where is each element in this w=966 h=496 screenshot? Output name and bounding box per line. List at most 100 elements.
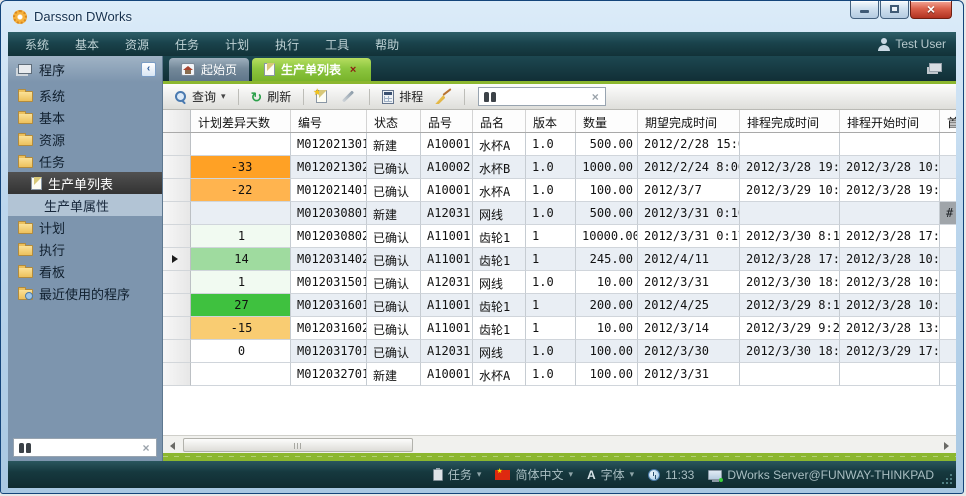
menu-item[interactable]: 系统 [25,36,49,53]
grid-cell[interactable]: 2012/3/7 [638,179,740,202]
grid-cell[interactable]: 已确认 [367,179,421,202]
row-selector[interactable] [163,156,191,179]
grid-cell[interactable]: 水杯A [473,363,526,386]
grid-cell[interactable]: 2012/3/29 9:20 [740,317,840,340]
grid-cell[interactable]: 100.00 [576,340,638,363]
menu-item[interactable]: 任务 [175,36,199,53]
table-row[interactable]: 0M012031701已确认A12031网线1.0100.002012/3/30… [163,340,956,363]
grid-cell[interactable]: 2012/3/28 10:52 [840,156,940,179]
edit-button[interactable] [336,93,360,100]
table-row[interactable]: M012032701新建A10001水杯A1.0100.002012/3/31 [163,363,956,386]
menu-item[interactable]: 资源 [125,36,149,53]
grid-cell[interactable]: 已确认 [367,294,421,317]
menu-item[interactable]: 帮助 [375,36,399,53]
grid-cell[interactable]: 100.00 [576,363,638,386]
title-bar[interactable]: Darsson DWorks [1,1,963,32]
tab-start-page[interactable]: 起始页 [169,58,249,81]
grid-cell[interactable]: 1.0 [526,202,576,225]
grid-cell[interactable]: 500.00 [576,202,638,225]
column-header[interactable]: 排程完成时间 [740,110,840,132]
new-order-button[interactable] [313,88,330,105]
table-row[interactable]: -33M012021302已确认A10002水杯B1.01000.002012/… [163,156,956,179]
grid-cell-diff[interactable]: -22 [191,179,291,202]
toolbar-search-input[interactable] [502,90,584,104]
grid-cell[interactable]: 已确认 [367,248,421,271]
grid-cell[interactable]: 2012/3/28 17:13 [740,248,840,271]
grid-cell[interactable]: 2012/3/29 10:20 [740,179,840,202]
minimize-button[interactable] [850,1,879,19]
grid-cell[interactable]: M012021301 [291,133,367,156]
grid-cell[interactable]: 2012/3/31 [638,363,740,386]
column-header[interactable]: 排程开始时间 [840,110,940,132]
table-row[interactable]: M012021301新建A10001水杯A1.0500.002012/2/28 … [163,133,956,156]
grid-cell[interactable]: 新建 [367,363,421,386]
grid-cell[interactable]: 已确认 [367,317,421,340]
grid-cell[interactable] [840,133,940,156]
grid-cell[interactable]: 齿轮1 [473,317,526,340]
grid-cell[interactable]: 网线 [473,271,526,294]
grid-cell[interactable]: 网线 [473,202,526,225]
scroll-right-arrow[interactable] [939,438,954,452]
tab-production-order-list[interactable]: 生产单列表 [252,58,371,81]
grid-cell[interactable]: A12031 [421,202,473,225]
grid-cell[interactable]: 2012/3/30 18:00 [740,271,840,294]
table-row[interactable]: 1M012030802已确认A11001齿轮1110000.002012/3/3… [163,225,956,248]
grid-cell[interactable]: 2012/3/28 17:13 [840,225,940,248]
grid-cell[interactable]: 新建 [367,133,421,156]
grid-cell[interactable]: 2012/3/28 13:40 [840,317,940,340]
grid-cell[interactable]: 新建 [367,202,421,225]
grid-cell[interactable]: M012031602 [291,317,367,340]
grid-cell[interactable]: 2012/2/28 15:00 [638,133,740,156]
grid-cell[interactable]: 200.00 [576,294,638,317]
grid-cell-diff[interactable] [191,363,291,386]
grid-cell[interactable]: 2012/3/31 0:17 [638,225,740,248]
grid-cell[interactable]: M012031701 [291,340,367,363]
grid-cell[interactable] [740,202,840,225]
grid-cell[interactable]: 已确认 [367,156,421,179]
grid-cell[interactable]: 2012/3/14 [638,317,740,340]
grid-cell[interactable]: 1.0 [526,363,576,386]
grid-cell[interactable]: 1 [526,225,576,248]
grid-cell-diff[interactable]: -33 [191,156,291,179]
grid-cell[interactable]: 2012/3/29 8:15 [740,294,840,317]
grid-cell[interactable]: 2012/3/29 17:46 [840,340,940,363]
sidebar-item[interactable]: 执行 [8,238,162,260]
menu-item[interactable]: 计划 [225,36,249,53]
grid-cell[interactable] [940,248,956,271]
grid-cell[interactable]: M012031501 [291,271,367,294]
grid-cell[interactable]: A11001 [421,317,473,340]
resize-grip[interactable] [940,472,952,484]
clean-button[interactable] [432,87,455,106]
grid-cell[interactable]: A11001 [421,248,473,271]
grid-cell[interactable]: 2012/4/11 [638,248,740,271]
grid-cell[interactable]: M012031402 [291,248,367,271]
grid-cell[interactable]: 1.0 [526,179,576,202]
grid-cell[interactable]: 2012/3/30 8:15 [740,225,840,248]
grid-cell[interactable]: 1 [526,317,576,340]
query-button[interactable]: 查询 [171,86,229,107]
grid-cell[interactable] [940,294,956,317]
schedule-button[interactable]: 排程 [379,86,426,107]
grid-cell[interactable]: 1 [526,294,576,317]
grid-cell[interactable]: 2012/3/31 [638,271,740,294]
grid-cell[interactable]: 1 [526,248,576,271]
row-selector[interactable] [163,179,191,202]
grid-cell[interactable]: # [940,202,956,225]
row-selector[interactable] [163,133,191,156]
column-header[interactable]: 计划差异天数 [191,110,291,132]
row-selector[interactable] [163,317,191,340]
grid-cell-diff[interactable]: 27 [191,294,291,317]
grid-cell[interactable]: 1.0 [526,340,576,363]
column-header[interactable]: 版本 [526,110,576,132]
maximize-button[interactable] [880,1,909,19]
grid-cell-diff[interactable]: 14 [191,248,291,271]
grid-cell[interactable]: 齿轮1 [473,248,526,271]
grid-cell[interactable]: 2012/4/25 [638,294,740,317]
grid-cell[interactable] [840,363,940,386]
refresh-button[interactable]: 刷新 [248,86,295,107]
grid-cell[interactable] [940,133,956,156]
grid-cell[interactable]: 已确认 [367,340,421,363]
grid-cell[interactable]: 2012/2/24 8:00 [638,156,740,179]
grid-cell[interactable]: 10.00 [576,271,638,294]
grid-cell[interactable]: M012021401 [291,179,367,202]
